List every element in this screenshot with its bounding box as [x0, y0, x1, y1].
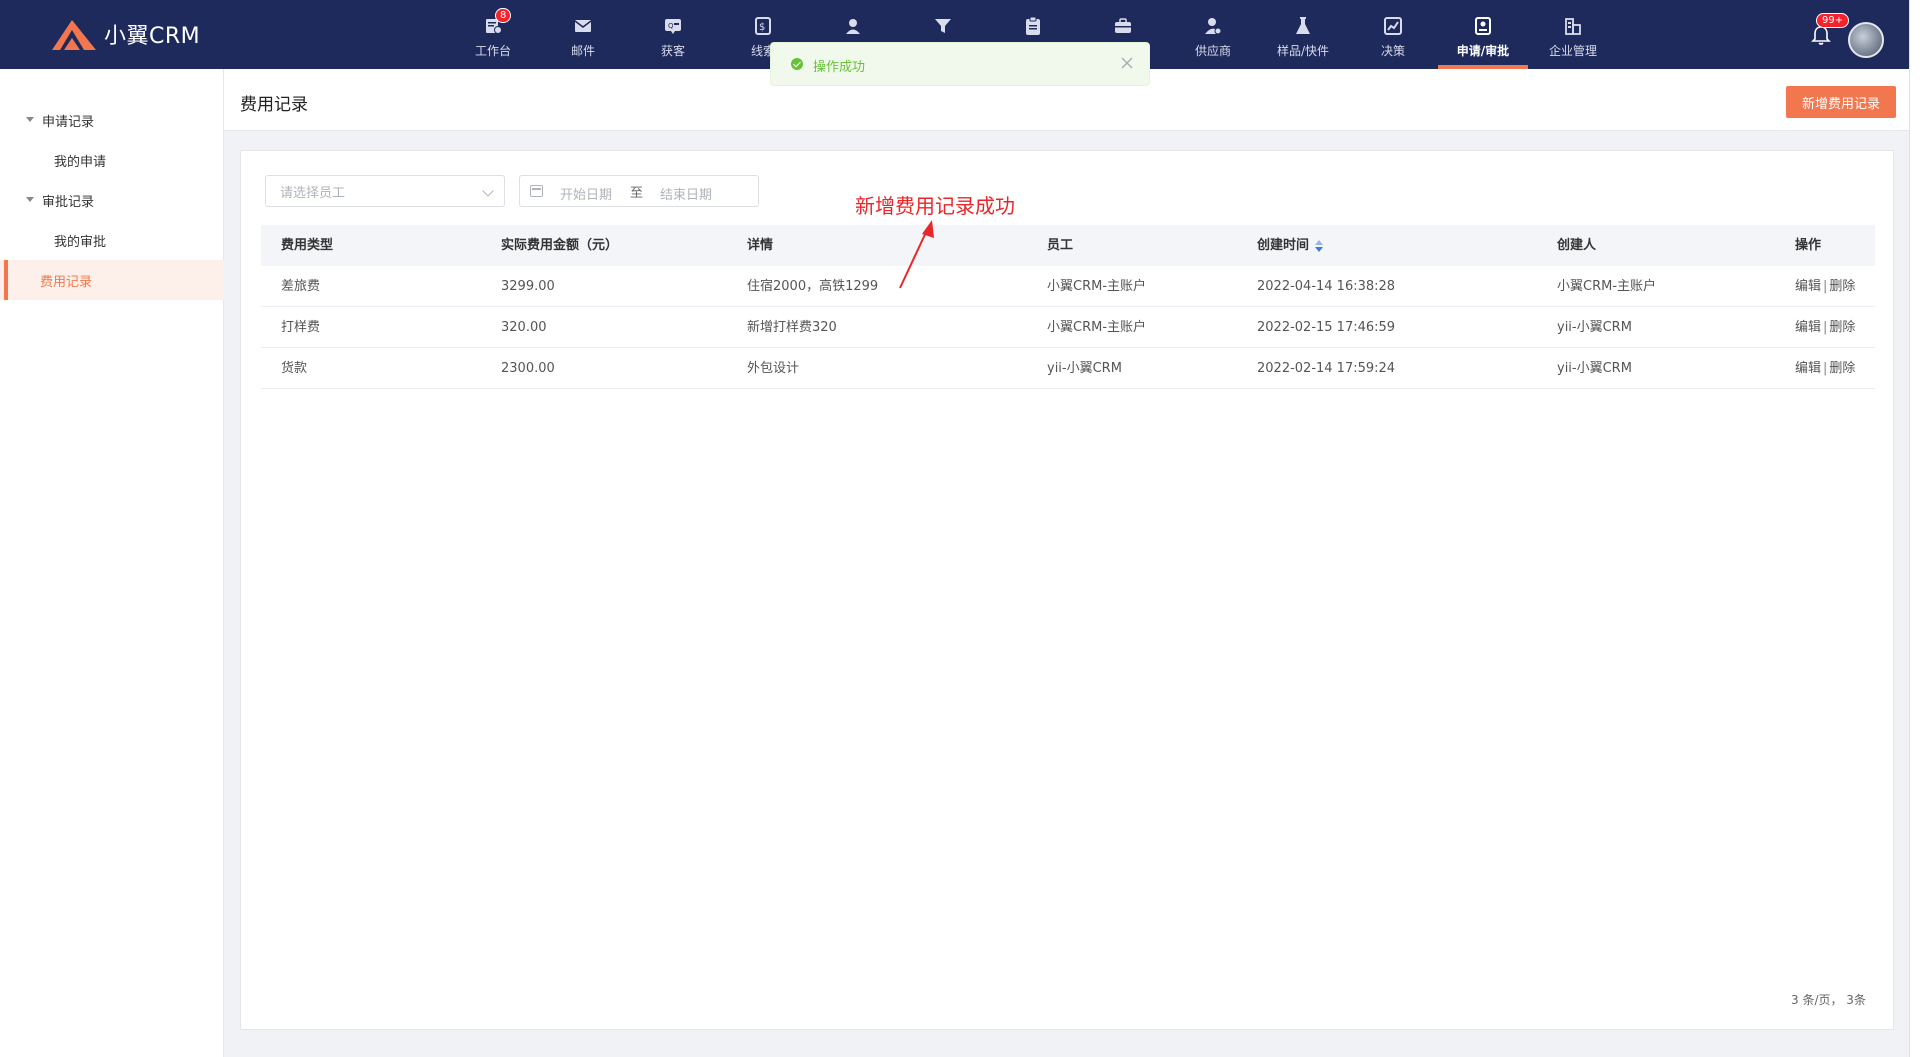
check-circle-icon — [791, 58, 803, 70]
row-actions: 编辑 | 删除 — [1795, 320, 1856, 335]
delete-link[interactable]: 删除 — [1829, 320, 1855, 335]
flask-icon — [1293, 16, 1313, 36]
window-scrollbar[interactable] — [1909, 0, 1920, 1057]
sidebar-item-expense-records[interactable]: 费用记录 — [0, 260, 224, 300]
sidebar-group-approvals[interactable]: 审批记录 — [0, 180, 224, 220]
nav-item-approval[interactable]: 申请/审批 — [1438, 0, 1528, 69]
edit-link[interactable]: 编辑 — [1795, 320, 1821, 335]
chart-icon — [1383, 16, 1403, 36]
logo-text: 小翼CRM — [104, 24, 201, 49]
end-date-input[interactable]: 结束日期 — [660, 184, 712, 203]
row-actions: 编辑 | 删除 — [1795, 279, 1856, 294]
sidebar-item-my-approvals[interactable]: 我的审批 — [0, 220, 224, 260]
sort-icon[interactable] — [1315, 239, 1324, 252]
chevron-down-icon — [482, 185, 494, 197]
nav-item-decision[interactable]: 决策 — [1348, 0, 1438, 69]
supplier-icon — [1203, 16, 1223, 36]
toast-message: 操作成功 — [813, 60, 866, 75]
calendar-icon — [530, 185, 543, 197]
nav-item-acquire[interactable]: Q 获客 — [628, 0, 718, 69]
column-header: 创建人 — [1557, 238, 1597, 253]
svg-text:Q: Q — [668, 22, 674, 30]
clue-icon: $ — [753, 16, 773, 36]
table-row: 差旅费 3299.00 住宿2000，高铁1299 小翼CRM-主账户 2022… — [261, 266, 1875, 307]
date-range-picker[interactable]: 开始日期 至 结束日期 — [519, 175, 759, 207]
sidebar-group-applications[interactable]: 申请记录 — [0, 100, 224, 140]
clipboard-icon — [1023, 16, 1043, 36]
company-icon — [1563, 16, 1583, 36]
approval-icon — [1473, 16, 1493, 36]
nav-item-workbench[interactable]: 8 工作台 — [448, 0, 538, 69]
expense-table: 费用类型 实际费用金额（元） 详情 员工 创建时间 创建人 操作 差旅费 329… — [261, 225, 1875, 389]
annotation-arrow-icon — [899, 220, 934, 289]
range-separator: 至 — [630, 186, 644, 201]
column-header: 详情 — [747, 238, 774, 253]
column-header: 员工 — [1047, 238, 1074, 253]
row-actions: 编辑 | 删除 — [1795, 361, 1856, 376]
caret-down-icon — [26, 117, 34, 122]
table-header: 费用类型 实际费用金额（元） 详情 员工 创建时间 创建人 操作 — [261, 225, 1875, 266]
delete-link[interactable]: 删除 — [1829, 279, 1855, 294]
start-date-input[interactable]: 开始日期 — [560, 184, 612, 203]
nav-item-company[interactable]: 企业管理 — [1528, 0, 1618, 69]
workbench-icon: 8 — [483, 8, 512, 36]
success-toast: 操作成功 — [770, 42, 1150, 86]
nav-item-supplier[interactable]: 供应商 — [1168, 0, 1258, 69]
nav-item-mail[interactable]: 邮件 — [538, 0, 628, 69]
notification-badge: 99+ — [1816, 13, 1850, 28]
employee-select[interactable]: 请选择员工 — [265, 175, 505, 207]
svg-text:$: $ — [759, 22, 765, 33]
annotation-text: 新增费用记录成功 — [855, 194, 1015, 218]
user-avatar[interactable] — [1848, 22, 1884, 58]
close-icon[interactable] — [1120, 56, 1134, 70]
sidebar-item-my-applications[interactable]: 我的申请 — [0, 140, 224, 180]
mail-icon — [573, 16, 593, 36]
briefcase-icon — [1113, 16, 1133, 36]
edit-link[interactable]: 编辑 — [1795, 361, 1821, 376]
add-expense-button[interactable]: 新增费用记录 — [1786, 86, 1896, 118]
filter-icon — [933, 16, 953, 36]
table-row: 货款 2300.00 外包设计 yii-小翼CRM 2022-02-14 17:… — [261, 348, 1875, 389]
employee-select-placeholder: 请选择员工 — [280, 185, 346, 201]
caret-down-icon — [26, 197, 34, 202]
delete-link[interactable]: 删除 — [1829, 361, 1855, 376]
column-header: 操作 — [1795, 238, 1822, 253]
customer-icon — [843, 16, 863, 36]
table-row: 打样费 320.00 新增打样费320 小翼CRM-主账户 2022-02-15… — [261, 307, 1875, 348]
acquire-icon: Q — [663, 16, 683, 36]
logo-mark-icon — [52, 20, 96, 50]
column-header-created-at[interactable]: 创建时间 — [1257, 225, 1324, 266]
page-title: 费用记录 — [240, 95, 308, 115]
sidebar: 申请记录 我的申请 审批记录 我的审批 费用记录 — [0, 69, 224, 1057]
column-header: 实际费用金额（元） — [501, 238, 619, 253]
workbench-badge: 8 — [495, 8, 512, 23]
column-header: 费用类型 — [281, 238, 334, 253]
nav-item-sample[interactable]: 样品/快件 — [1258, 0, 1348, 69]
edit-link[interactable]: 编辑 — [1795, 279, 1821, 294]
pagination-summary: 3 条/页， 3条 — [1791, 993, 1866, 1007]
app-logo[interactable]: 小翼CRM — [50, 14, 200, 54]
content-card: 请选择员工 开始日期 至 结束日期 费用类型 实际费用金额（元） 详情 员工 创… — [240, 150, 1894, 1030]
